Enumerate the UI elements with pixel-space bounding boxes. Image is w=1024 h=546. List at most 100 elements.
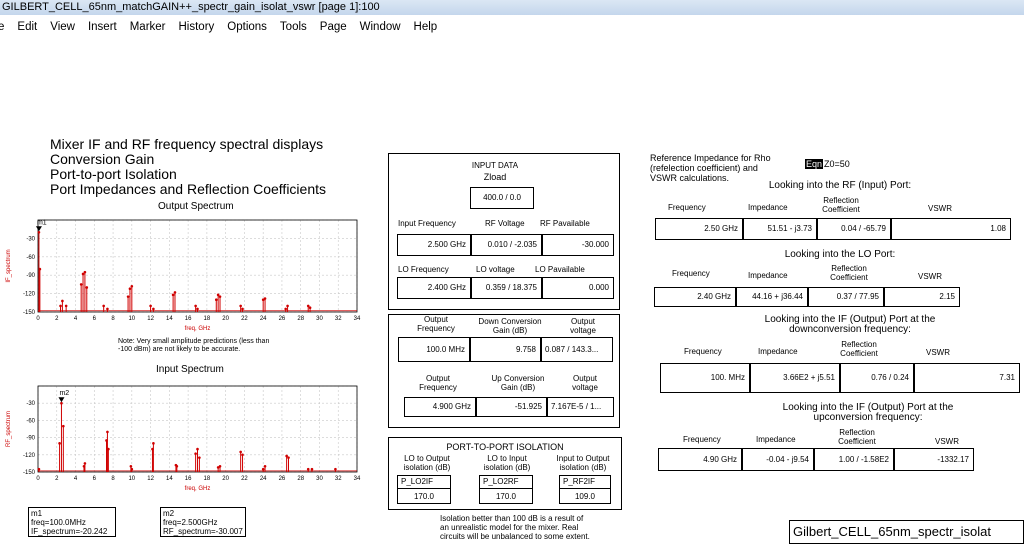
- isolation-lo2if[interactable]: P_LO2IF 170.0: [397, 475, 451, 504]
- down-output-voltage[interactable]: 0.087 / 143.3...: [541, 337, 613, 362]
- isolation-lo2rf[interactable]: P_LO2RF 170.0: [479, 475, 533, 504]
- if-up-frequency[interactable]: 4.90 GHz: [658, 448, 742, 471]
- lo-voltage[interactable]: 0.359 / 18.375: [471, 277, 542, 299]
- rf-port-reflection[interactable]: 0.04 / -65.79: [817, 218, 891, 240]
- menu-item-e[interactable]: e: [0, 15, 4, 39]
- menu-item-window[interactable]: Window: [360, 15, 401, 39]
- note-line: -100 dBm) are not likely to be accurate.: [118, 346, 241, 353]
- spectrum-point: [102, 304, 105, 308]
- spectrum-point: [60, 401, 63, 405]
- if-down-frequency[interactable]: 100. MHz: [660, 363, 750, 393]
- menu-item-history[interactable]: History: [179, 15, 215, 39]
- if-down-reflection[interactable]: 0.76 / 0.24: [840, 363, 914, 393]
- menu-item-insert[interactable]: Insert: [88, 15, 117, 39]
- menu-item-tools[interactable]: Tools: [280, 15, 307, 39]
- marker-m2-readout[interactable]: m2 freq=2.500GHz RF_spectrum=-30.007: [160, 507, 246, 537]
- spectrum-point: [216, 293, 220, 297]
- lo-header: LO Frequency: [398, 265, 449, 274]
- menu-item-options[interactable]: Options: [227, 15, 267, 39]
- note-line: Reference Impedance for Rho: [650, 153, 771, 163]
- lo-port-vswr[interactable]: 2.15: [884, 287, 960, 307]
- x-tick-label: 18: [204, 476, 211, 482]
- down-output-frequency[interactable]: 100.0 MHz: [398, 337, 470, 362]
- z0-equation[interactable]: Z0=50: [824, 159, 850, 169]
- spectrum-point: [261, 467, 265, 471]
- rf-header: RF Voltage: [485, 219, 525, 228]
- isolation-value: 109.0: [560, 488, 610, 503]
- if-down-vswr[interactable]: 7.31: [914, 363, 1020, 393]
- lo-port-impedance[interactable]: 44.16 + j36.44: [736, 287, 808, 307]
- menu-item-view[interactable]: View: [50, 15, 75, 39]
- x-tick-label: 6: [93, 476, 97, 482]
- spectrum-point: [241, 453, 244, 457]
- if-down-impedance[interactable]: 3.66E2 + j5.51: [750, 363, 840, 393]
- x-tick-label: 10: [128, 476, 135, 482]
- x-tick-label: 0: [36, 476, 40, 482]
- rf-header: Input Frequency: [398, 219, 456, 228]
- x-tick-label: 0: [36, 316, 40, 322]
- lo-port-reflection[interactable]: 0.37 / 77.95: [808, 287, 884, 307]
- spectrum-point: [284, 307, 287, 311]
- eqn-badge[interactable]: Eqn: [805, 159, 824, 169]
- page-heading: Mixer IF and RF frequency spectral displ…: [50, 137, 326, 197]
- spectrum-point: [175, 464, 179, 468]
- spectrum-point: [107, 447, 110, 451]
- note-line: circuits will be unbalanced to some exte…: [440, 532, 590, 541]
- table-header: Impedance: [748, 203, 788, 212]
- isolation-value: 170.0: [398, 488, 450, 503]
- up-conversion-gain[interactable]: -51.925: [476, 397, 547, 417]
- marker-value: IF_spectrum=-20.242: [31, 527, 108, 536]
- marker-m1-readout[interactable]: m1 freq=100.0MHz IF_spectrum=-20.242: [28, 507, 116, 537]
- gain-header: Down Conversion Gain (dB): [478, 317, 542, 335]
- rf-frequency[interactable]: 2.500 GHz: [397, 234, 471, 256]
- spectrum-point: [128, 287, 132, 290]
- input-spectrum-chart[interactable]: -30-60-90-120-1500 2 4 6 8 10 12 14 16 18 20 22 24 26…: [0, 378, 370, 498]
- spectrum-point: [83, 462, 87, 465]
- lo-port-frequency[interactable]: 2.40 GHz: [654, 287, 736, 307]
- down-conversion-gain[interactable]: 9.758: [470, 337, 541, 362]
- table-header: Reflection Coefficient: [830, 264, 868, 282]
- y-tick-label: -30: [26, 401, 35, 407]
- spectrum-note: Note: Very small amplitude predictions (…: [118, 338, 269, 354]
- rf-port-frequency[interactable]: 2.50 GHz: [655, 218, 743, 240]
- spectrum-point: [286, 304, 289, 308]
- rf-port-vswr[interactable]: 1.08: [891, 218, 1011, 240]
- zload-value[interactable]: 400.0 / 0.0: [470, 187, 534, 209]
- if-up-impedance[interactable]: -0.04 - j9.54: [742, 448, 814, 471]
- x-axis-label: freq, GHz: [185, 486, 211, 492]
- heading-line: Mixer IF and RF frequency spectral displ…: [50, 136, 324, 152]
- lo-pavailable[interactable]: 0.000: [542, 277, 614, 299]
- table-header: Frequency: [668, 203, 706, 212]
- lo-frequency[interactable]: 2.400 GHz: [397, 277, 471, 299]
- up-output-frequency[interactable]: 4.900 GHz: [404, 397, 476, 417]
- menu-item-marker[interactable]: Marker: [130, 15, 166, 39]
- note-line: Note: Very small amplitude predictions (…: [118, 338, 270, 345]
- menu-item-help[interactable]: Help: [414, 15, 438, 39]
- rf-voltage[interactable]: 0.010 / -2.035: [471, 234, 542, 256]
- spectrum-point: [81, 272, 85, 276]
- x-tick-label: 32: [335, 476, 342, 482]
- input-data-title: INPUT DATA: [471, 161, 519, 170]
- menu-item-edit[interactable]: Edit: [17, 15, 37, 39]
- spectrum-point: [152, 307, 155, 311]
- rf-port-title: Looking into the RF (Input) Port:: [768, 180, 912, 191]
- spectrum-point: [198, 456, 201, 459]
- menu-bar: e Edit View Insert Marker History Options Tools…: [0, 15, 1024, 39]
- x-tick-label: 16: [185, 316, 192, 322]
- isolation-rf2if[interactable]: P_RF2IF 109.0: [559, 475, 611, 504]
- x-tick-label: 22: [241, 316, 248, 322]
- menu-item-page[interactable]: Page: [320, 15, 347, 39]
- x-tick-label: 2: [55, 316, 59, 322]
- if-up-vswr[interactable]: -1332.17: [894, 448, 974, 471]
- table-header: Frequency: [683, 435, 721, 444]
- isolation-value: 170.0: [480, 488, 532, 503]
- note-line: (refelection coefficient) and: [650, 163, 758, 173]
- rf-port-impedance[interactable]: 51.51 - j3.73: [743, 218, 817, 240]
- if-up-reflection[interactable]: 1.00 / -1.58E2: [814, 448, 894, 471]
- output-spectrum-chart[interactable]: -30-60-90-120-1500 2 4 6 8 10 12 14 16 18 20 22 24 26…: [0, 212, 370, 338]
- rf-pavailable[interactable]: -30.000: [542, 234, 614, 256]
- spectrum-point: [173, 291, 177, 294]
- y-tick-label: -60: [26, 255, 35, 261]
- heading-line: Port Impedances and Reflection Coefficie…: [50, 181, 327, 197]
- up-output-voltage[interactable]: 7.167E-5 / 1...: [547, 397, 614, 417]
